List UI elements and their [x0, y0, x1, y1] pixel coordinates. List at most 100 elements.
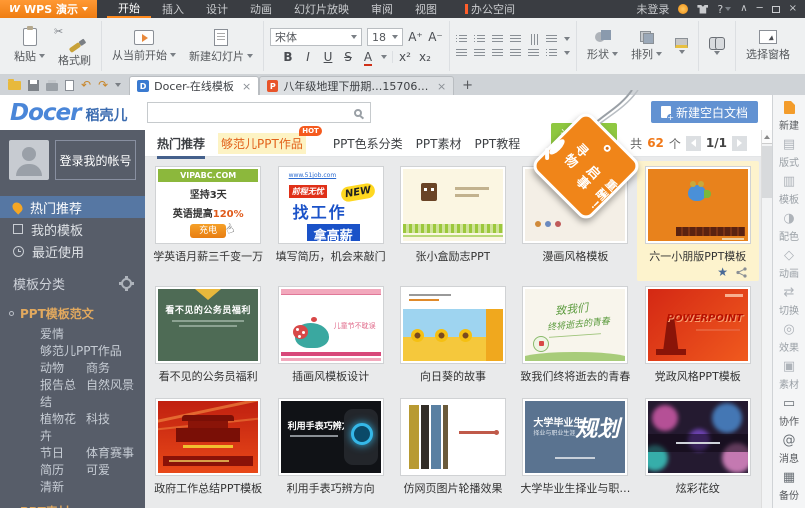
menu-view[interactable]: 视图: [404, 0, 448, 18]
line-spacing-icon[interactable]: [546, 49, 557, 58]
panel-item-message[interactable]: @消息: [779, 434, 799, 468]
shrink-font-button[interactable]: A⁻: [428, 30, 443, 44]
template-card[interactable]: 张小盒励志PPT: [392, 161, 514, 281]
prev-page-button[interactable]: [686, 136, 701, 151]
menu-design[interactable]: 设计: [195, 0, 239, 18]
tab-geography-ppt[interactable]: P 八年级地理下册期…15706.ppt ×: [259, 76, 454, 95]
template-card[interactable]: 儿童节不耽误 插画风模板设计: [269, 281, 391, 393]
bold-button[interactable]: B: [281, 50, 296, 64]
text-direction-icon[interactable]: [529, 34, 538, 45]
tab-goufaner-works[interactable]: 够范儿PPT作品 HOT: [218, 133, 306, 154]
new-slide-button[interactable]: 新建幻灯片: [185, 21, 257, 71]
collapse-ribbon-icon[interactable]: ∧: [740, 4, 747, 14]
scrollbar-thumb[interactable]: [762, 146, 772, 198]
print-icon[interactable]: [46, 83, 58, 91]
category-business[interactable]: 商务: [86, 360, 110, 377]
template-card-ad-51job[interactable]: www.51job.com 前程无忧 找工作 拿高薪 NEW 填写简历，机会来敲…: [269, 161, 391, 281]
panel-item-collaborate[interactable]: ▭协作: [779, 397, 799, 431]
wps-app-menu-button[interactable]: W WPS 演示: [0, 0, 97, 18]
panel-item-layout[interactable]: ▤版式: [779, 138, 799, 172]
template-card[interactable]: 漫画风格模板: [514, 161, 636, 281]
qat-more-icon[interactable]: [115, 83, 121, 87]
ad-charge-button[interactable]: 充电: [190, 224, 226, 238]
selection-pane-button[interactable]: 选择窗格: [742, 21, 794, 71]
play-from-current-button[interactable]: 从当前开始: [108, 21, 180, 71]
menu-insert[interactable]: 插入: [151, 0, 195, 18]
format-painter-button[interactable]: 格式刷: [54, 45, 95, 68]
increase-indent-icon[interactable]: [510, 35, 521, 44]
category-goufaner[interactable]: 够范儿PPT作品: [40, 343, 145, 360]
template-card[interactable]: 看不见的公务员福利 看不见的公务员福利: [147, 281, 269, 393]
restore-icon[interactable]: [772, 6, 780, 13]
template-card[interactable]: 致我们 终将逝去的青春 致我们终将逝去的青春: [514, 281, 636, 393]
sidebar-group-ppt-assets[interactable]: PPT素材: [0, 503, 145, 508]
panel-item-new[interactable]: 新建: [779, 101, 799, 135]
subscript-button[interactable]: x₂: [418, 50, 433, 64]
font-color-dropdown-icon[interactable]: [381, 55, 387, 59]
menu-animation[interactable]: 动画: [239, 0, 283, 18]
minimize-icon[interactable]: ─: [757, 4, 763, 14]
menu-office-space[interactable]: 办公空间: [454, 0, 526, 18]
font-color-button[interactable]: A: [361, 50, 376, 64]
panel-item-effect[interactable]: ◎效果: [779, 323, 799, 357]
favorite-star-icon[interactable]: ★: [717, 266, 728, 278]
category-tech[interactable]: 科技: [86, 411, 110, 445]
underline-button[interactable]: U: [321, 50, 336, 64]
login-status[interactable]: 未登录: [636, 1, 669, 17]
align-left-icon[interactable]: [456, 49, 467, 58]
template-card-ad-vipabc[interactable]: VIPABC.COM 坚持3天 英语提高120% 充电 ☝ 学英语月薪三千变一万: [147, 161, 269, 281]
new-tab-button[interactable]: +: [454, 78, 481, 93]
category-resume[interactable]: 简历: [40, 462, 86, 479]
paragraph-more-icon[interactable]: [564, 37, 570, 41]
strikethrough-button[interactable]: S: [341, 50, 356, 64]
category-report[interactable]: 报告总结: [40, 377, 86, 411]
superscript-button[interactable]: x²: [398, 50, 413, 64]
menu-home[interactable]: 开始: [107, 0, 151, 18]
category-love[interactable]: 爱情: [40, 326, 145, 343]
sidebar-item-hot[interactable]: 热门推荐: [0, 196, 145, 218]
tab-color-series[interactable]: PPT色系分类: [333, 135, 403, 152]
shapes-button[interactable]: 形状: [583, 21, 622, 71]
template-card[interactable]: 炫彩花纹: [637, 393, 759, 505]
template-card[interactable]: 政府工作总结PPT模板: [147, 393, 269, 505]
numbered-list-icon[interactable]: [474, 35, 485, 44]
font-name-select[interactable]: 宋体: [270, 28, 362, 46]
paste-button[interactable]: 粘贴: [10, 21, 49, 71]
category-sports[interactable]: 体育赛事: [86, 445, 134, 462]
align-center-icon[interactable]: [474, 49, 485, 58]
category-animal[interactable]: 动物: [40, 360, 86, 377]
panel-item-color-scheme[interactable]: ◑配色: [779, 212, 799, 246]
next-page-button[interactable]: [732, 136, 747, 151]
grow-font-button[interactable]: A⁺: [408, 30, 423, 44]
close-icon[interactable]: ×: [789, 4, 797, 14]
category-plants[interactable]: 植物花卉: [40, 411, 86, 445]
font-size-select[interactable]: 18: [367, 28, 403, 46]
category-fresh[interactable]: 清新: [40, 479, 145, 496]
tab-ppt-tutorial[interactable]: PPT教程: [474, 135, 520, 152]
category-festival[interactable]: 节日: [40, 445, 86, 462]
italic-button[interactable]: I: [301, 50, 316, 64]
panel-item-template[interactable]: ▥模板: [779, 175, 799, 209]
open-folder-icon[interactable]: [8, 81, 21, 90]
lucky-button[interactable]: 试试手气: [551, 123, 617, 163]
align-right-icon[interactable]: [492, 49, 503, 58]
decrease-indent-icon[interactable]: [492, 35, 503, 44]
search-icon[interactable]: [354, 109, 362, 117]
tab-docer-online-templates[interactable]: D Docer-在线模板 ×: [129, 76, 259, 95]
bullet-list-icon[interactable]: [456, 35, 467, 44]
spacing-more-icon[interactable]: [564, 51, 570, 55]
print-preview-icon[interactable]: [65, 80, 74, 91]
scroll-up-icon[interactable]: [762, 130, 772, 144]
tab-ppt-assets[interactable]: PPT素材: [416, 135, 462, 152]
panel-item-transition[interactable]: ⇄切换: [779, 286, 799, 320]
find-replace-button[interactable]: [705, 21, 729, 71]
vertical-scrollbar[interactable]: [761, 130, 772, 508]
menu-review[interactable]: 审阅: [360, 0, 404, 18]
distribute-icon[interactable]: [528, 49, 539, 58]
template-card[interactable]: POWERPOINT 党政风格PPT模板: [637, 281, 759, 393]
panel-item-backup[interactable]: ▦备份: [779, 471, 799, 505]
category-nature[interactable]: 自然风景: [86, 377, 134, 411]
fill-color-button[interactable]: [671, 21, 692, 71]
tab-close-icon[interactable]: ×: [242, 80, 251, 93]
coin-icon[interactable]: [678, 4, 688, 14]
